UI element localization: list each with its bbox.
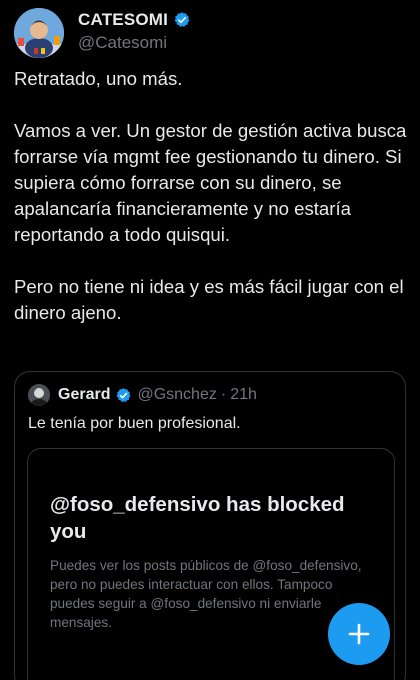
tweet-header: CATESOMI @Catesomi bbox=[14, 8, 191, 58]
blocked-description: Puedes ver los posts públicos de @foso_d… bbox=[50, 558, 362, 630]
quote-author-avatar[interactable] bbox=[28, 384, 50, 406]
quote-author-name[interactable]: Gerard bbox=[58, 386, 110, 404]
plus-icon bbox=[347, 622, 371, 646]
tweet-text: Retratado, uno más. Vamos a ver. Un gest… bbox=[14, 66, 410, 326]
verified-badge-icon bbox=[115, 387, 132, 404]
blocked-title: @foso_defensivo has blocked you bbox=[50, 493, 345, 543]
quote-timestamp[interactable]: 21h bbox=[230, 386, 257, 404]
author-handle[interactable]: @Catesomi bbox=[78, 33, 191, 53]
tweet-paragraph: Vamos a ver. Un gestor de gestión activa… bbox=[14, 120, 407, 245]
quote-text: Le tenía por buen profesional. bbox=[28, 415, 241, 432]
tweet-paragraph: Retratado, uno más. bbox=[14, 68, 183, 89]
author-display-name[interactable]: CATESOMI bbox=[78, 10, 168, 30]
author-avatar[interactable] bbox=[14, 8, 64, 58]
quote-author-handle[interactable]: @Gsnchez bbox=[137, 386, 216, 404]
verified-badge-icon bbox=[173, 11, 191, 29]
tweet-paragraph: Pero no tiene ni idea y es más fácil jug… bbox=[14, 276, 404, 323]
quote-header: Gerard @Gsnchez · 21h bbox=[15, 372, 405, 406]
compose-button[interactable] bbox=[328, 603, 390, 665]
separator-dot: · bbox=[220, 386, 227, 403]
